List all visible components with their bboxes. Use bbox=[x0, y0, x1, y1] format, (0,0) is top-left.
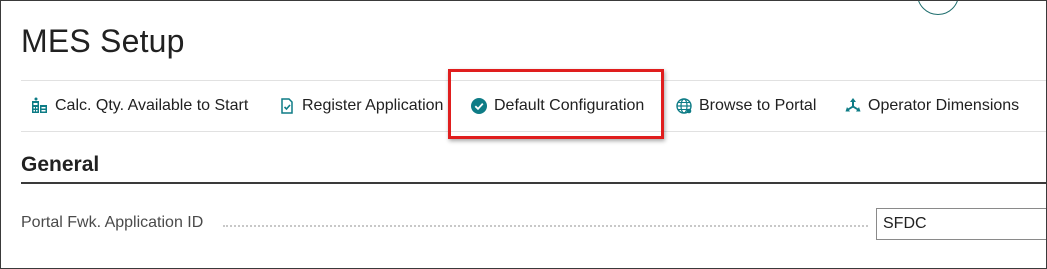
register-application-button[interactable]: Register Application bbox=[278, 81, 443, 131]
browse-to-portal-label: Browse to Portal bbox=[699, 97, 817, 114]
portal-app-id-input[interactable] bbox=[876, 208, 1046, 240]
operator-dimensions-button[interactable]: Operator Dimensions bbox=[844, 81, 1019, 131]
dimensions-icon bbox=[844, 97, 862, 115]
mes-setup-page: MES Setup Calc. Qty. Available to Start … bbox=[0, 0, 1047, 269]
register-application-label: Register Application bbox=[302, 97, 444, 114]
action-bar: Calc. Qty. Available to Start Register A… bbox=[21, 80, 1046, 132]
check-circle-icon bbox=[470, 97, 488, 115]
page-title: MES Setup bbox=[21, 23, 185, 59]
default-configuration-label: Default Configuration bbox=[494, 97, 645, 114]
calc-qty-available-button[interactable]: Calc. Qty. Available to Start bbox=[31, 81, 248, 131]
section-divider bbox=[21, 182, 1046, 184]
top-circle-button[interactable] bbox=[917, 1, 959, 15]
calculate-icon bbox=[31, 97, 49, 115]
section-title-general: General bbox=[21, 153, 100, 176]
default-configuration-button[interactable]: Default Configuration bbox=[470, 81, 644, 131]
portal-app-id-label: Portal Fwk. Application ID bbox=[21, 214, 204, 231]
operator-dimensions-label: Operator Dimensions bbox=[868, 97, 1020, 114]
field-leader-dots bbox=[223, 225, 868, 227]
register-document-icon bbox=[278, 97, 296, 115]
globe-icon bbox=[675, 97, 693, 115]
browse-to-portal-button[interactable]: Browse to Portal bbox=[675, 81, 816, 131]
calc-qty-available-label: Calc. Qty. Available to Start bbox=[55, 97, 249, 114]
